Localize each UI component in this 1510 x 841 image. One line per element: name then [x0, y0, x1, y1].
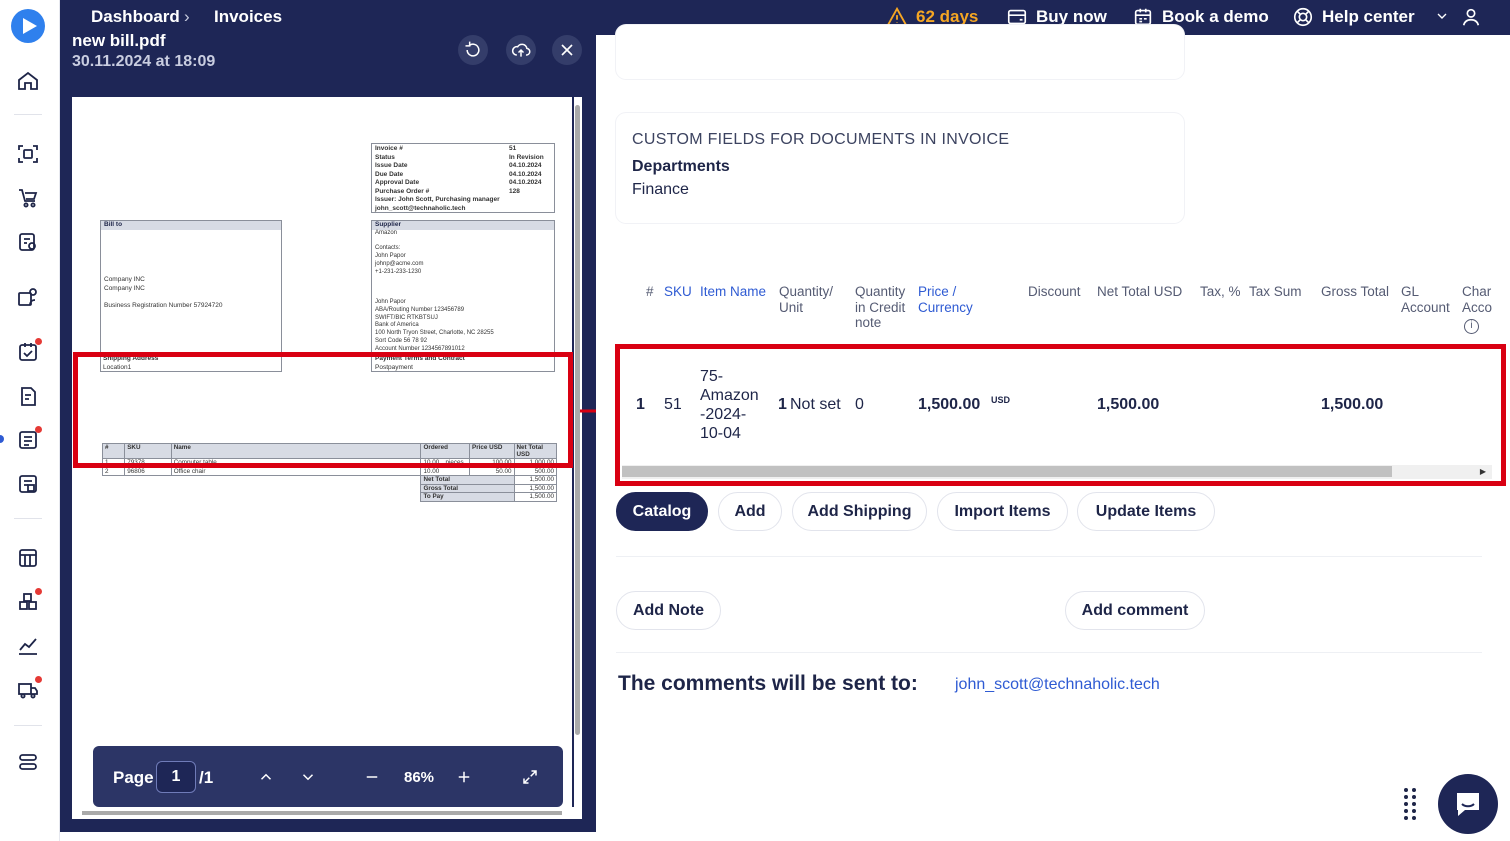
- pdf-horizontal-scrollbar[interactable]: [72, 807, 582, 819]
- suppliers-icon[interactable]: [16, 285, 40, 309]
- pdf-total-row: To Pay 1,500.00: [102, 492, 557, 502]
- zoom-in-icon[interactable]: [451, 764, 477, 790]
- col-sku[interactable]: SKU: [664, 284, 692, 300]
- pdf-invoice-field: Issue Date 04.10.2024: [375, 162, 542, 169]
- supplier-box: Supplier Amazon Contacts: John Papor johnp…: [371, 220, 555, 372]
- user-icon[interactable]: [1460, 6, 1482, 28]
- analytics-icon[interactable]: [16, 634, 40, 658]
- payments-icon[interactable]: [16, 472, 40, 496]
- top-card: [616, 25, 1184, 79]
- import-items-button[interactable]: Import Items: [937, 492, 1068, 531]
- add-note-button[interactable]: Add Note: [616, 591, 721, 630]
- catalog-button[interactable]: Catalog: [616, 492, 708, 531]
- breadcrumb-chevron-icon: ›: [184, 7, 190, 26]
- chevron-down-icon[interactable]: [295, 764, 321, 790]
- file-date: 30.11.2024 at 18:09: [72, 53, 216, 70]
- highlight-items-row: [615, 344, 1506, 486]
- col-net-total: Net Total USD: [1097, 284, 1183, 299]
- custom-fields-title: CUSTOM FIELDS FOR DOCUMENTS IN INVOICE: [632, 131, 1010, 148]
- comments-recipient-email[interactable]: john_scott@technaholic.tech: [955, 676, 1160, 694]
- col-price-currency[interactable]: Price / Currency: [918, 284, 988, 315]
- col-credit-qty: Quantity in Credit note: [855, 284, 906, 330]
- file-name: new bill.pdf: [72, 31, 166, 50]
- update-items-button[interactable]: Update Items: [1077, 492, 1215, 531]
- chat-bubble-icon: [1457, 793, 1479, 816]
- integrations-icon[interactable]: [16, 750, 40, 774]
- rotate-icon[interactable]: [458, 35, 488, 65]
- tasks-icon[interactable]: [16, 338, 42, 364]
- delivery-icon[interactable]: [16, 676, 42, 702]
- col-charge-account: Char Acco: [1462, 284, 1493, 315]
- info-icon[interactable]: i: [1464, 319, 1479, 334]
- col-item-name[interactable]: Item Name: [700, 284, 766, 300]
- col-tax-sum: Tax Sum: [1249, 284, 1302, 299]
- invoice-detail: CUSTOM FIELDS FOR DOCUMENTS IN INVOICE D…: [596, 25, 1510, 841]
- page-number-input[interactable]: 1: [156, 761, 196, 793]
- pdf-invoice-field: Approval Date 04.10.2024: [375, 179, 542, 186]
- pdf-total-row: Gross Total 1,500.00: [102, 483, 557, 493]
- invoice-info-box: Invoice #51 Status In Revision Issue Date 04…: [371, 143, 555, 213]
- col-tax-percent: Tax, %: [1200, 284, 1241, 299]
- chat-button[interactable]: [1438, 774, 1498, 834]
- col-gross-total: Gross Total: [1321, 284, 1390, 299]
- pdf-issuer: john_scott@technaholic.tech: [375, 204, 466, 212]
- close-icon[interactable]: [552, 35, 582, 65]
- breadcrumb-dashboard[interactable]: Dashboard: [91, 7, 180, 27]
- col-discount: Discount: [1028, 284, 1081, 299]
- pdf-issuer: Issuer: John Scott, Purchasing manager: [375, 196, 500, 203]
- left-nav-rail: [0, 0, 60, 841]
- add-comment-button[interactable]: Add comment: [1065, 591, 1205, 630]
- approvals-icon[interactable]: [16, 230, 40, 254]
- col-index: #: [646, 284, 654, 299]
- pdf-invoice-field: Invoice #51: [375, 145, 517, 152]
- scan-icon[interactable]: [16, 142, 40, 166]
- pdf-invoice-field: Status In Revision: [375, 153, 544, 161]
- breadcrumb-invoices[interactable]: Invoices: [214, 7, 282, 27]
- app-logo[interactable]: [11, 9, 45, 43]
- pdf-vertical-scrollbar[interactable]: [574, 97, 582, 807]
- add-button[interactable]: Add: [718, 492, 782, 531]
- invoices-icon[interactable]: [16, 426, 42, 452]
- custom-field-label: Departments: [632, 158, 730, 175]
- bill-to-box: Bill to Company INC Company INC Business …: [100, 220, 282, 372]
- add-shipping-button[interactable]: Add Shipping: [792, 492, 927, 531]
- inventory-icon[interactable]: [16, 588, 42, 614]
- document-preview-panel: new bill.pdf 30.11.2024 at 18:09 Invoice…: [60, 31, 596, 832]
- highlight-pdf-items: [73, 352, 573, 468]
- pdf-invoice-field: Due Date 04.10.2024: [375, 170, 542, 178]
- home-icon[interactable]: [16, 69, 40, 93]
- chevron-up-icon[interactable]: [253, 764, 279, 790]
- documents-icon[interactable]: [16, 385, 40, 409]
- zoom-level: 86%: [404, 769, 435, 786]
- col-gl-account: GL Account: [1401, 284, 1450, 315]
- custom-field-value: Finance: [632, 181, 689, 198]
- cart-icon[interactable]: [16, 186, 40, 210]
- active-indicator: [0, 435, 4, 443]
- upload-cloud-icon[interactable]: [506, 35, 536, 65]
- pdf-item-row: 2 96806 Office chair 10.00 50.00 500.00: [101, 466, 557, 476]
- lifebuoy-icon: [1293, 7, 1313, 27]
- pdf-pager: Page 1 /1 86%: [93, 746, 563, 807]
- zoom-out-icon[interactable]: [359, 764, 385, 790]
- help-center-button[interactable]: Help center: [1292, 6, 1415, 28]
- col-quantity-unit: Quantity/ Unit: [779, 284, 834, 315]
- pdf-total-row: Net Total 1,500.00: [102, 475, 557, 485]
- drag-handle-icon[interactable]: [1403, 787, 1417, 821]
- budget-icon[interactable]: [16, 546, 40, 570]
- pdf-invoice-field: Purchase Order #128: [375, 187, 520, 195]
- fullscreen-icon[interactable]: [517, 764, 543, 790]
- comments-recipient-label: The comments will be sent to:: [618, 672, 918, 695]
- chevron-down-icon[interactable]: [1434, 8, 1450, 24]
